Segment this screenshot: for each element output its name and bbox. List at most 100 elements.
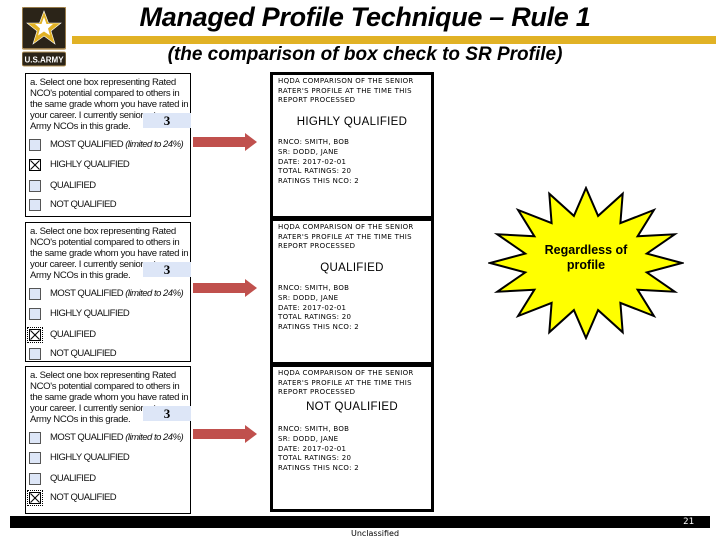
potential-option[interactable]: MOST QUALIFIED (limited to 24%) <box>28 431 188 447</box>
potential-option[interactable]: HIGHLY QUALIFIED <box>28 307 188 323</box>
option-label-text: MOST QUALIFIED <box>50 288 124 299</box>
ncoer-form-excerpt: a. Select one box representing Rated NCO… <box>25 73 191 217</box>
option-label: QUALIFIED <box>50 473 96 485</box>
ratings-this-nco-line: RATINGS THIS NCO: 2 <box>278 323 360 332</box>
ncoer-form-excerpt: a. Select one box representing Rated NCO… <box>25 222 191 362</box>
option-label-text: NOT QUALIFIED <box>50 348 117 359</box>
potential-option[interactable]: NOT QUALIFIED <box>28 347 188 363</box>
date-line: DATE: 2017-02-01 <box>278 303 347 312</box>
title-divider <box>72 36 716 44</box>
potential-option[interactable]: QUALIFIED <box>28 472 188 488</box>
checkbox[interactable] <box>29 473 41 485</box>
hqda-profile-box: HQDA COMPARISON OF THE SENIOR RATER'S PR… <box>270 72 434 219</box>
potential-option[interactable]: NOT QUALIFIED <box>27 490 188 507</box>
page-subtitle: (the comparison of box check to SR Profi… <box>167 44 563 65</box>
x-mark-icon <box>30 330 40 340</box>
potential-option[interactable]: QUALIFIED <box>27 327 188 344</box>
option-label-text: MOST QUALIFIED <box>50 432 124 443</box>
option-label-text: NOT QUALIFIED <box>50 492 117 503</box>
option-label: MOST QUALIFIED (limited to 24%) <box>50 432 184 444</box>
x-mark-icon <box>30 160 40 170</box>
checkbox[interactable] <box>29 348 41 360</box>
option-label-text: HIGHLY QUALIFIED <box>50 308 130 319</box>
checkbox[interactable] <box>29 139 41 151</box>
option-label: HIGHLY QUALIFIED <box>50 452 130 464</box>
hqda-heading: HQDA COMPARISON OF THE SENIOR RATER'S PR… <box>278 77 414 104</box>
potential-option[interactable]: QUALIFIED <box>28 179 188 195</box>
checked-checkbox[interactable] <box>27 327 43 343</box>
date-line: DATE: 2017-02-01 <box>278 157 347 166</box>
option-label: QUALIFIED <box>50 180 96 192</box>
option-label-text: HIGHLY QUALIFIED <box>50 159 130 170</box>
option-label: NOT QUALIFIED <box>50 199 117 211</box>
hqda-details: RNCO: SMITH, BOB SR: DODD, JANE DATE: 20… <box>278 138 432 187</box>
checkbox[interactable] <box>29 308 41 320</box>
option-note: (limited to 24%) <box>125 432 184 443</box>
hqda-heading: HQDA COMPARISON OF THE SENIOR RATER'S PR… <box>278 369 414 396</box>
form-prompt-tail: Army NCOs in this grade. <box>30 270 131 281</box>
rnco-line: RNCO: SMITH, BOB <box>278 425 350 433</box>
senior-rater-line: SR: DODD, JANE <box>278 293 339 302</box>
hqda-verdict: NOT QUALIFIED <box>306 401 398 413</box>
senior-rater-line: SR: DODD, JANE <box>278 147 339 156</box>
option-label-text: NOT QUALIFIED <box>50 199 117 210</box>
option-label: MOST QUALIFIED (limited to 24%) <box>50 288 184 300</box>
senior-rate-count-field[interactable]: 3 <box>143 262 191 277</box>
checked-checkbox[interactable] <box>29 159 41 171</box>
option-label-text: MOST QUALIFIED <box>50 139 124 150</box>
footer-bar: 21 <box>10 516 710 528</box>
hqda-details: RNCO: SMITH, BOB SR: DODD, JANE DATE: 20… <box>278 284 432 333</box>
potential-option[interactable]: HIGHLY QUALIFIED <box>28 451 188 467</box>
hqda-profile-box: HQDA COMPARISON OF THE SENIOR RATER'S PR… <box>270 364 434 512</box>
page-number: 21 <box>683 517 694 527</box>
senior-rate-count-field[interactable]: 3 <box>143 113 191 128</box>
callout-text: Regardless of profile <box>520 243 652 273</box>
option-label: MOST QUALIFIED (limited to 24%) <box>50 139 184 151</box>
hqda-details: RNCO: SMITH, BOB SR: DODD, JANE DATE: 20… <box>278 425 432 474</box>
date-line: DATE: 2017-02-01 <box>278 444 347 453</box>
right-arrow-icon <box>193 133 257 151</box>
option-label-text: HIGHLY QUALIFIED <box>50 452 130 463</box>
ratings-this-nco-line: RATINGS THIS NCO: 2 <box>278 464 360 473</box>
form-prompt-tail: Army NCOs in this grade. <box>30 121 131 132</box>
option-label: HIGHLY QUALIFIED <box>50 308 130 320</box>
hqda-heading: HQDA COMPARISON OF THE SENIOR RATER'S PR… <box>278 223 414 250</box>
hqda-verdict: HIGHLY QUALIFIED <box>296 116 408 128</box>
rnco-line: RNCO: SMITH, BOB <box>278 138 350 146</box>
ncoer-form-excerpt: a. Select one box representing Rated NCO… <box>25 366 191 514</box>
total-ratings-line: TOTAL RATINGS: 20 <box>278 454 352 463</box>
potential-option[interactable]: MOST QUALIFIED (limited to 24%) <box>28 138 188 154</box>
checkbox[interactable] <box>29 452 41 464</box>
potential-option[interactable]: NOT QUALIFIED <box>28 198 188 214</box>
rnco-line: RNCO: SMITH, BOB <box>278 284 350 292</box>
form-prompt-tail: Army NCOs in this grade. <box>30 414 131 425</box>
option-label-text: QUALIFIED <box>50 473 96 484</box>
right-arrow-icon <box>193 425 257 443</box>
x-mark-icon <box>30 493 40 503</box>
option-note: (limited to 24%) <box>125 139 184 150</box>
potential-option[interactable]: MOST QUALIFIED (limited to 24%) <box>28 287 188 303</box>
ratings-this-nco-line: RATINGS THIS NCO: 2 <box>278 177 360 186</box>
option-note: (limited to 24%) <box>125 288 184 299</box>
option-label: NOT QUALIFIED <box>50 348 117 360</box>
callout-line-2: profile <box>566 258 606 272</box>
option-label: QUALIFIED <box>50 329 96 341</box>
checkbox[interactable] <box>29 288 41 300</box>
checkbox[interactable] <box>29 432 41 444</box>
right-arrow-icon <box>193 279 257 297</box>
option-label: NOT QUALIFIED <box>50 492 117 504</box>
option-label: HIGHLY QUALIFIED <box>50 159 130 171</box>
hqda-profile-box: HQDA COMPARISON OF THE SENIOR RATER'S PR… <box>270 218 434 365</box>
checkbox[interactable] <box>29 180 41 192</box>
page-title: Managed Profile Technique – Rule 1 <box>139 2 591 32</box>
total-ratings-line: TOTAL RATINGS: 20 <box>278 167 352 176</box>
checked-checkbox[interactable] <box>27 490 43 506</box>
option-label-text: QUALIFIED <box>50 329 96 340</box>
checkbox[interactable] <box>29 199 41 211</box>
senior-rater-line: SR: DODD, JANE <box>278 434 339 443</box>
potential-option[interactable]: HIGHLY QUALIFIED <box>28 158 188 174</box>
classification-label: Unclassified <box>350 529 400 538</box>
hqda-verdict: QUALIFIED <box>320 262 384 274</box>
senior-rate-count-field[interactable]: 3 <box>143 406 191 421</box>
option-label-text: QUALIFIED <box>50 180 96 191</box>
